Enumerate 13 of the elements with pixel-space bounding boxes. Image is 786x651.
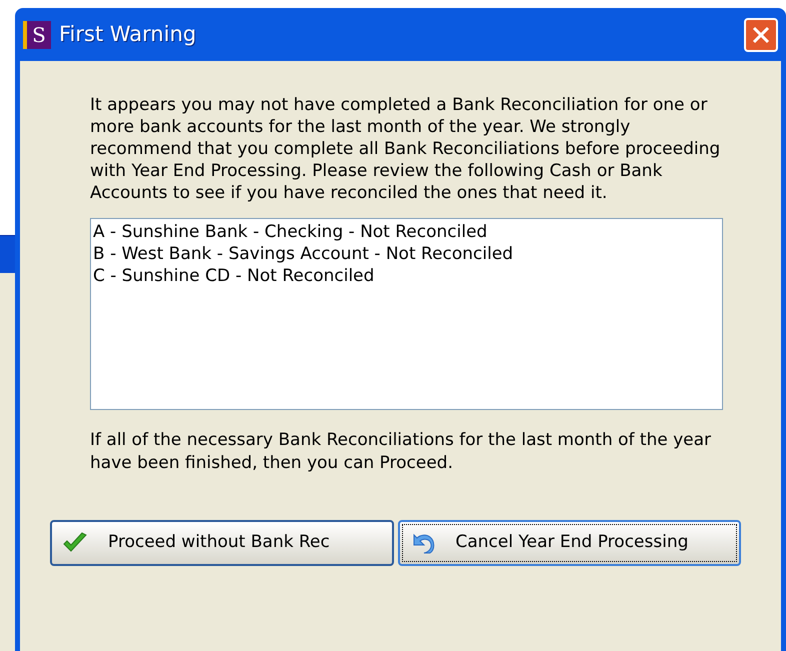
checkmark-icon	[62, 532, 88, 554]
accounts-list[interactable]: A - Sunshine Bank - Checking - Not Reconciled B - West Bank - Savings Account - Not Reconciled C - Sunshine CD - Not Reconciled	[90, 218, 723, 410]
app-icon: S	[23, 20, 51, 48]
proceed-note: If all of the necessary Bank Reconciliations for the last month of the year have been finished, then you can Proceed.	[90, 429, 712, 475]
account-item[interactable]: B - West Bank - Savings Account - Not Reconciled	[93, 243, 720, 265]
cancel-button[interactable]: Cancel Year End Processing	[398, 520, 741, 566]
warning-message: It appears you may not have completed a Bank Reconciliation for one or more bank accounts for the last month of the year. We strongly recommend that you complete all Bank Reconciliations before proceeding with Year End Processing. Please review the following Cash or Bank Accounts to see if you have reconciled the ones that need it.	[90, 94, 722, 204]
account-item[interactable]: C - Sunshine CD - Not Reconciled	[93, 265, 720, 287]
close-button[interactable]	[744, 18, 778, 52]
account-item[interactable]: A - Sunshine Bank - Checking - Not Reconciled	[93, 221, 720, 243]
close-icon	[752, 26, 770, 44]
window-title: First Warning	[59, 20, 196, 48]
proceed-button[interactable]: Proceed without Bank Rec	[50, 520, 394, 566]
